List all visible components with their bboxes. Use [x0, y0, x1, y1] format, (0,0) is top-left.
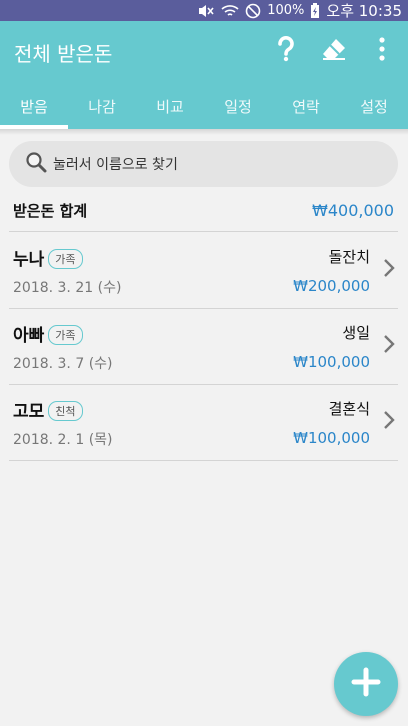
chevron-right-icon — [382, 409, 396, 435]
entry-date: 2018. 3. 7 (수) — [13, 356, 113, 372]
list-item[interactable]: 고모 친척 2018. 2. 1 (목) 결혼식 ₩100,000 — [9, 385, 398, 461]
plus-icon — [351, 667, 381, 701]
total-summary: 받은돈 합계 ₩400,000 — [9, 190, 398, 232]
entry-amount: ₩100,000 — [293, 353, 370, 371]
tab-schedule[interactable]: 일정 — [204, 83, 272, 129]
battery-charging-icon — [310, 2, 320, 19]
entry-date: 2018. 3. 21 (수) — [13, 280, 122, 296]
wifi-icon — [221, 4, 239, 18]
more-vert-icon — [379, 37, 385, 65]
entry-event: 생일 — [342, 324, 370, 342]
relation-badge: 가족 — [48, 325, 83, 345]
entry-name: 누나 — [13, 250, 45, 270]
help-button[interactable] — [268, 33, 304, 69]
entry-name: 고모 — [13, 402, 45, 422]
entry-amount: ₩100,000 — [293, 429, 370, 447]
search-bar[interactable]: 눌러서 이름으로 찾기 — [9, 141, 398, 187]
page-title: 전체 받은돈 — [14, 42, 113, 66]
tab-contacts[interactable]: 연락 — [272, 83, 340, 129]
entry-event: 돌잔치 — [328, 248, 370, 266]
do-not-disturb-icon — [245, 3, 261, 19]
status-bar: 100% 오후 10:35 — [0, 0, 408, 21]
chevron-right-icon — [382, 257, 396, 283]
search-icon — [25, 151, 47, 177]
entry-list: 누나 가족 2018. 3. 21 (수) 돌잔치 ₩200,000 아빠 가족 2… — [9, 233, 398, 461]
question-icon — [276, 36, 296, 66]
total-label: 받은돈 합계 — [13, 202, 88, 220]
tab-shadow — [0, 129, 408, 135]
relation-badge: 가족 — [48, 249, 83, 269]
battery-percent: 100% — [267, 3, 305, 18]
total-amount: ₩400,000 — [312, 201, 394, 220]
entry-amount: ₩200,000 — [293, 277, 370, 295]
more-options-button[interactable] — [364, 33, 400, 69]
entry-event: 결혼식 — [328, 400, 370, 418]
eraser-icon — [321, 37, 347, 65]
add-entry-button[interactable] — [334, 652, 398, 716]
tab-settings[interactable]: 설정 — [340, 83, 408, 129]
chevron-right-icon — [382, 333, 396, 359]
tab-bar: 받음 나감 비교 일정 연락 설정 — [0, 83, 408, 129]
tab-compare[interactable]: 비교 — [136, 83, 204, 129]
tab-spent[interactable]: 나감 — [68, 83, 136, 129]
app-bar: 전체 받은돈 — [0, 21, 408, 83]
search-placeholder: 눌러서 이름으로 찾기 — [53, 157, 178, 173]
tab-received[interactable]: 받음 — [0, 83, 68, 129]
list-item[interactable]: 누나 가족 2018. 3. 21 (수) 돌잔치 ₩200,000 — [9, 233, 398, 309]
mute-icon — [197, 4, 215, 18]
entry-name: 아빠 — [13, 326, 45, 346]
status-time: 오후 10:35 — [326, 2, 402, 20]
list-item[interactable]: 아빠 가족 2018. 3. 7 (수) 생일 ₩100,000 — [9, 309, 398, 385]
entry-date: 2018. 2. 1 (목) — [13, 432, 113, 448]
relation-badge: 친척 — [48, 401, 83, 421]
eraser-button[interactable] — [316, 33, 352, 69]
